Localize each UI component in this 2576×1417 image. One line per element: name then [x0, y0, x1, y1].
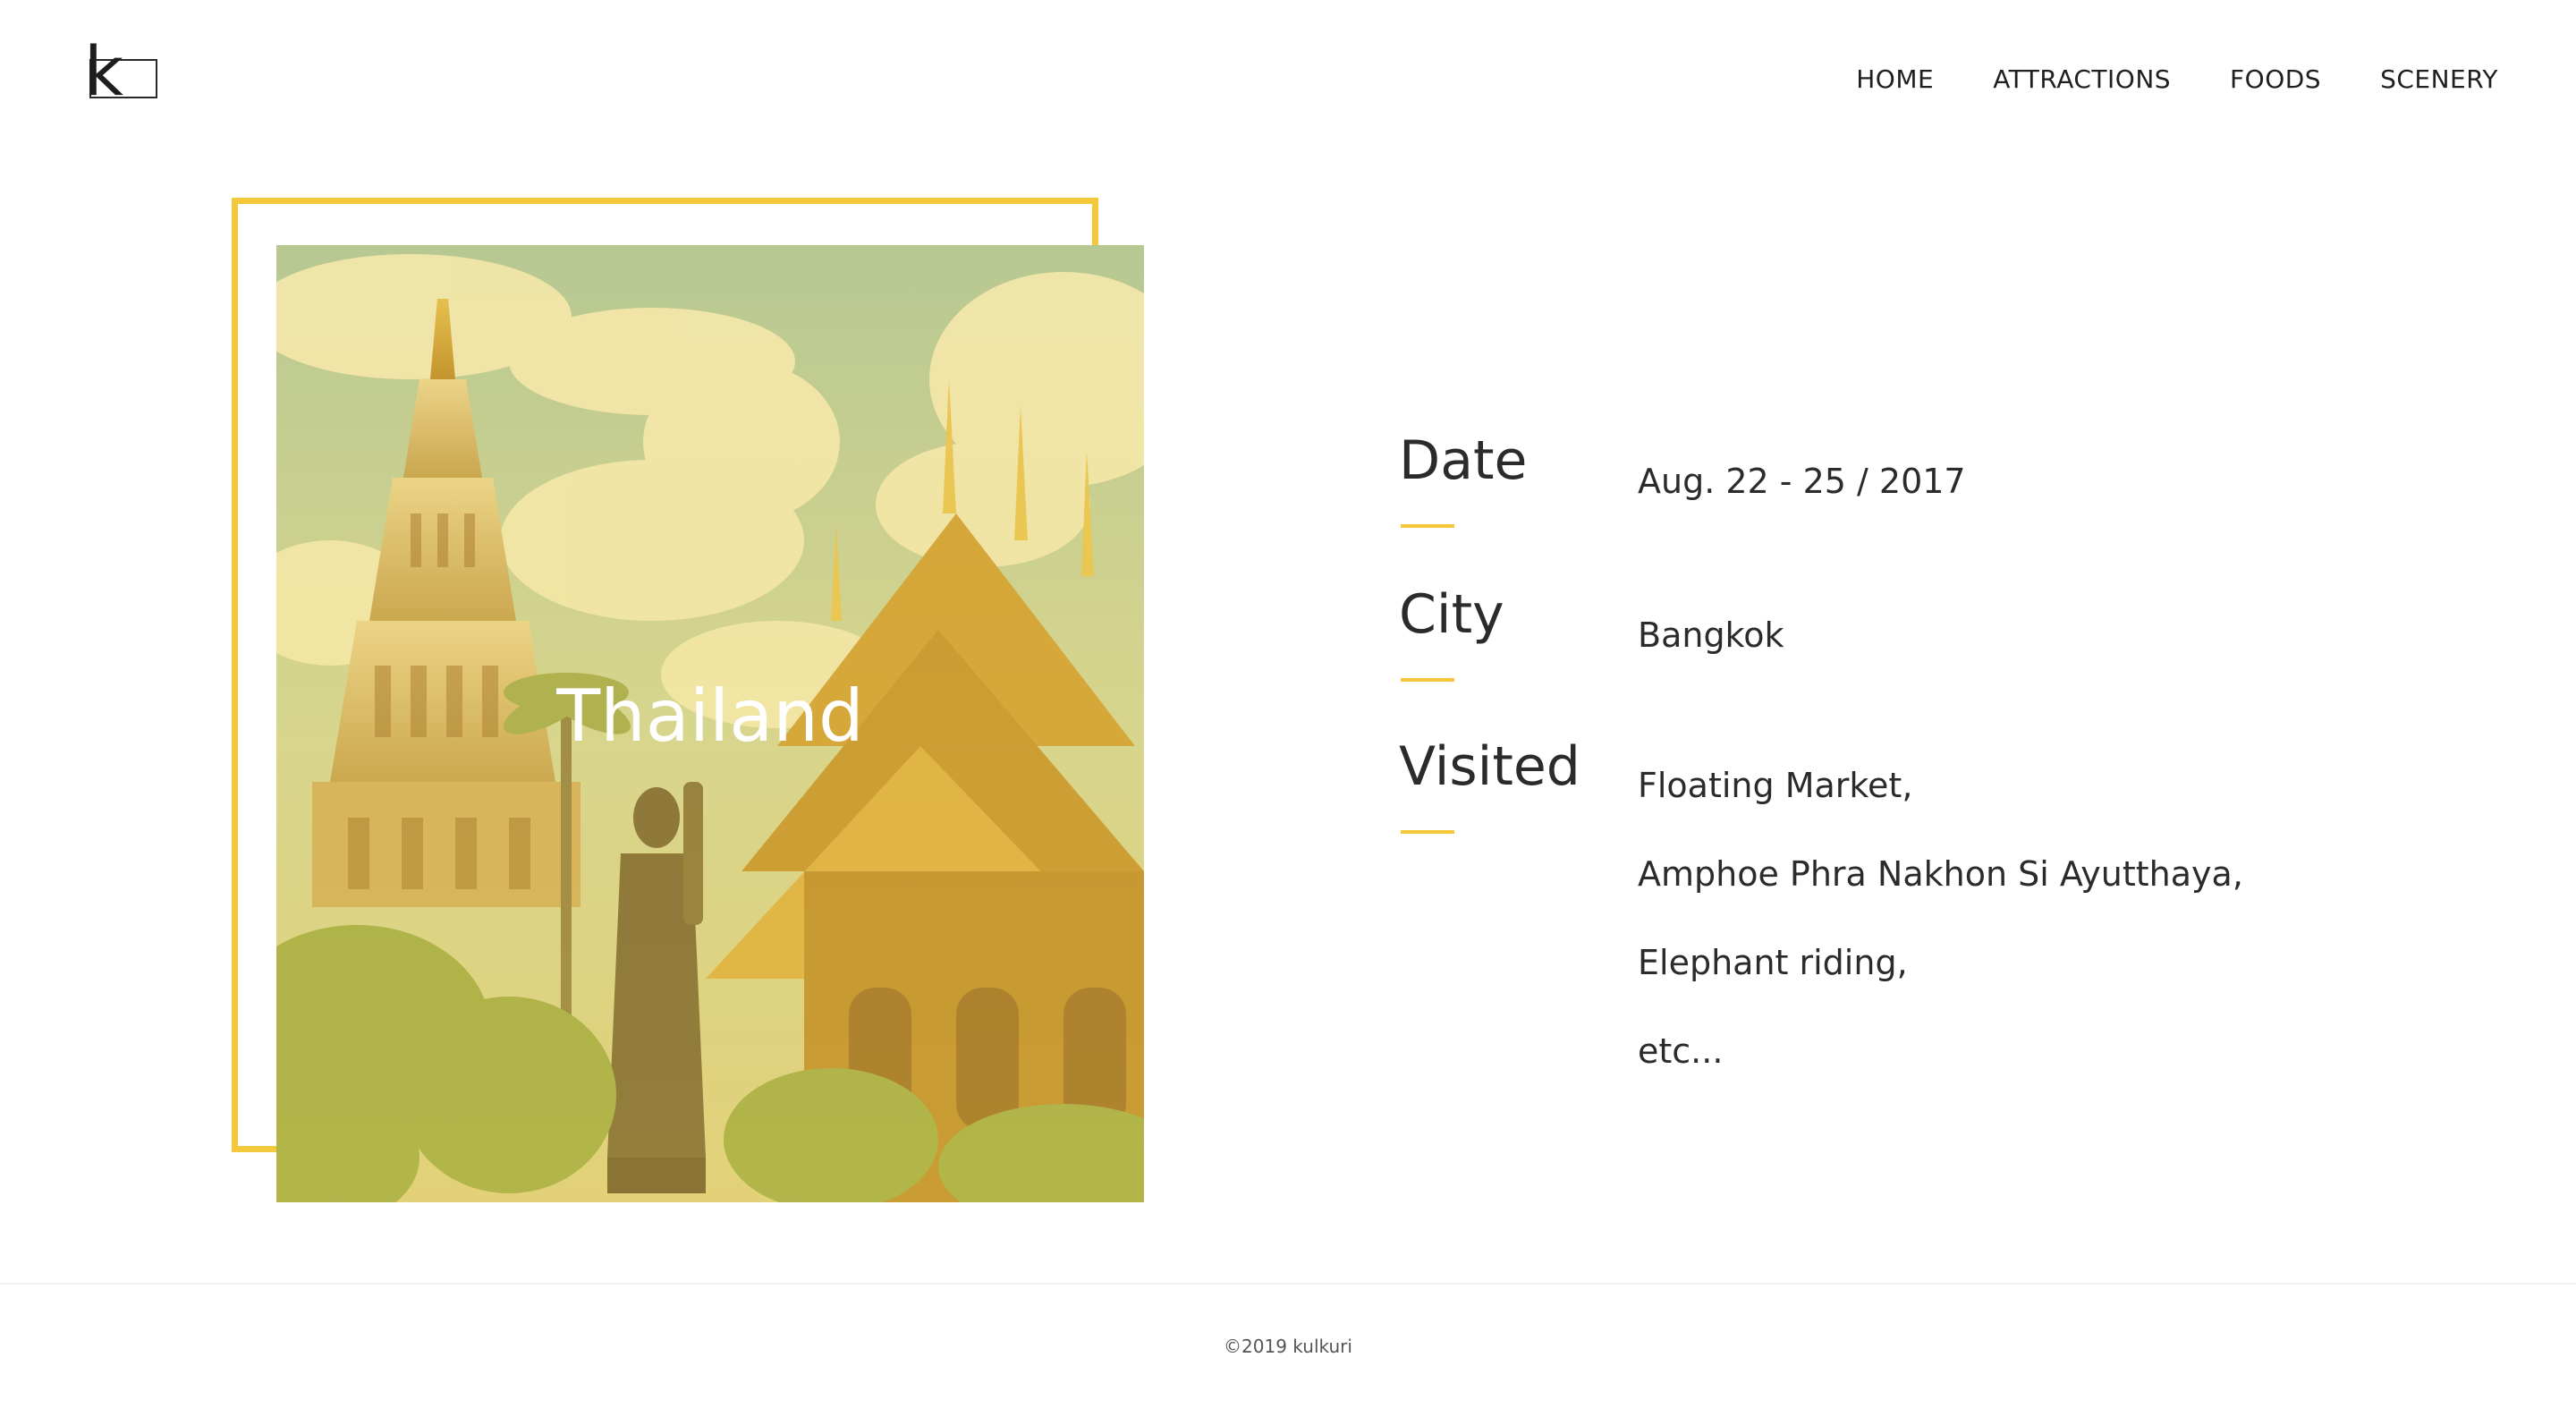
- visited-label: Visited: [1399, 735, 1580, 798]
- nav-foods[interactable]: FOODS: [2230, 64, 2321, 94]
- city-value: Bangkok: [1638, 615, 1784, 655]
- list-item: Floating Market,: [1638, 766, 1913, 805]
- nav-scenery[interactable]: SCENERY: [2380, 64, 2498, 94]
- visited-list: Floating Market, Amphoe Phra Nakhon Si A…: [1638, 766, 2243, 1120]
- visited-underline: [1401, 830, 1454, 834]
- logo-letter: k: [84, 31, 124, 111]
- hero-title: Thailand: [556, 675, 864, 758]
- date-value: Aug. 22 - 25 / 2017: [1638, 462, 1966, 501]
- main-nav: HOME ATTRACTIONS FOODS SCENERY: [1856, 64, 2498, 94]
- list-item: Elephant riding,: [1638, 943, 1908, 982]
- date-label: Date: [1399, 429, 1528, 492]
- city-label: City: [1399, 583, 1504, 646]
- city-underline: [1401, 678, 1454, 682]
- list-item: etc...: [1638, 1031, 1724, 1071]
- hero-image: Thailand: [276, 245, 1144, 1202]
- footer-divider: [0, 1283, 2576, 1285]
- nav-attractions[interactable]: ATTRACTIONS: [1993, 64, 2171, 94]
- nav-home[interactable]: HOME: [1856, 64, 1934, 94]
- list-item: Amphoe Phra Nakhon Si Ayutthaya,: [1638, 854, 2243, 894]
- footer-copyright: ©2019 kulkuri: [1224, 1336, 1352, 1357]
- logo[interactable]: k: [84, 36, 157, 107]
- date-underline: [1401, 524, 1454, 528]
